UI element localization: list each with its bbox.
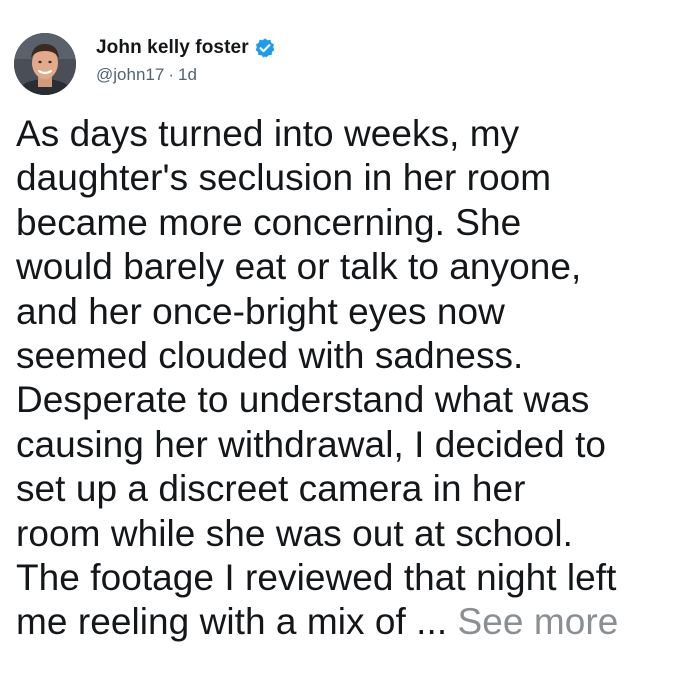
meta-separator: · (168, 64, 174, 84)
body-line: Desperate to understand what was (16, 379, 590, 421)
post-body: As days turned into weeks, my daughter's… (16, 112, 696, 645)
author-handle[interactable]: @john17 (96, 65, 164, 84)
body-line: became more concerning. She (16, 201, 522, 243)
verified-badge-icon (254, 37, 276, 59)
body-line: would barely eat or talk to anyone, (16, 246, 582, 288)
body-line: and her once-bright eyes now (16, 290, 505, 332)
author-meta: John kelly foster @john17 · 1d (96, 34, 276, 87)
post-header: John kelly foster @john17 · 1d (14, 30, 276, 98)
body-line: room while she was out at school. (16, 512, 573, 554)
author-display-name[interactable]: John kelly foster (96, 37, 249, 59)
body-last-line: me reeling with a mix of ... See more (16, 600, 696, 644)
body-line: set up a discreet camera in her (16, 468, 526, 510)
post-card: John kelly foster @john17 · 1d As days tur… (0, 0, 700, 700)
avatar-image (14, 33, 76, 95)
post-timestamp[interactable]: 1d (178, 65, 197, 84)
see-more-link[interactable]: See more (458, 601, 619, 642)
body-line: causing her withdrawal, I decided to (16, 423, 607, 465)
name-row: John kelly foster (96, 34, 276, 62)
handle-row: @john17 · 1d (96, 63, 276, 87)
body-line: me reeling with a mix of ... (16, 601, 448, 643)
body-line: seemed clouded with sadness. (16, 335, 524, 377)
body-line: daughter's seclusion in her room (16, 157, 552, 199)
body-line: The footage I reviewed that night left (16, 557, 617, 599)
avatar[interactable] (14, 33, 76, 95)
body-line: As days turned into weeks, my (16, 113, 520, 154)
